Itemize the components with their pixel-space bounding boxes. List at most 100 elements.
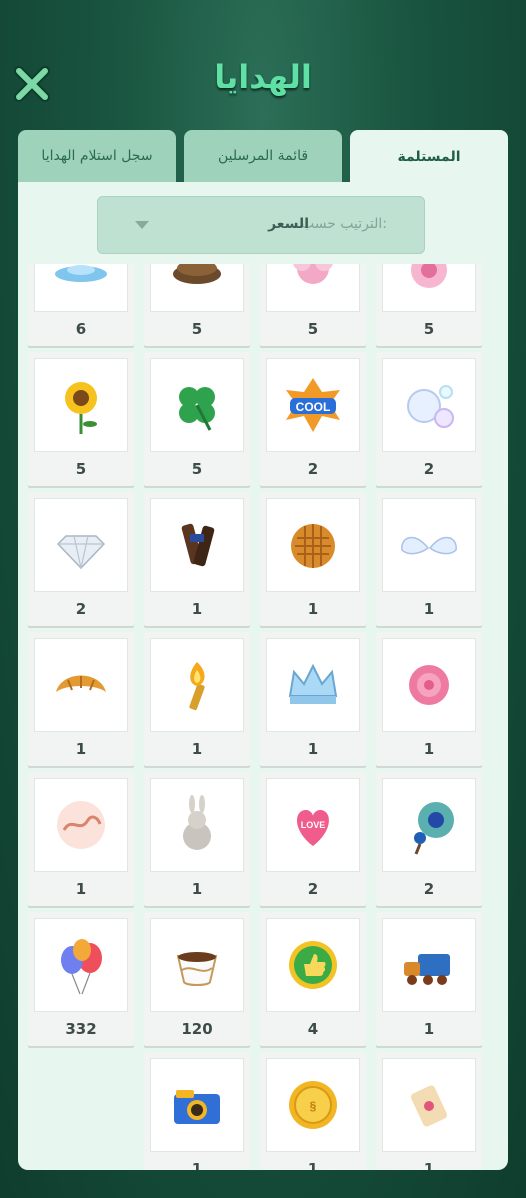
sort-value: السعر bbox=[268, 216, 309, 232]
gift-item[interactable]: 5 bbox=[260, 264, 366, 346]
balloons-icon bbox=[61, 939, 102, 995]
gift-item[interactable]: 1 bbox=[376, 632, 482, 766]
gift-item[interactable]: 5 bbox=[376, 264, 482, 346]
tab-received[interactable]: المستلمة bbox=[350, 130, 508, 184]
peacock-icon bbox=[414, 802, 454, 855]
tab-senders-list[interactable]: قائمة المرسلين bbox=[184, 130, 342, 182]
gold-coin-icon: § bbox=[289, 1081, 337, 1129]
bubbles-icon bbox=[407, 385, 454, 428]
gift-thumbnail bbox=[34, 638, 128, 732]
gift-thumbnail: COOL bbox=[266, 358, 360, 452]
rabbit-icon bbox=[183, 795, 211, 850]
gifts-screen: الهدايا سجل استلام الهدايا قائمة المرسلي… bbox=[0, 0, 526, 1198]
love-balloon-icon: LOVE bbox=[297, 810, 329, 846]
four-leaf-clover-icon bbox=[179, 387, 215, 431]
gift-count: 1 bbox=[423, 600, 435, 618]
gift-count: 2 bbox=[307, 880, 319, 898]
gift-item[interactable]: 1 bbox=[376, 912, 482, 1046]
gift-item[interactable]: 2 bbox=[376, 772, 482, 906]
gift-thumbnail bbox=[382, 1058, 476, 1152]
gift-count: 5 bbox=[75, 460, 87, 478]
tab-gift-receipt-log[interactable]: سجل استلام الهدايا bbox=[18, 130, 176, 182]
gift-count: 2 bbox=[307, 460, 319, 478]
gift-item[interactable]: 1 bbox=[260, 632, 366, 766]
gift-item[interactable]: 1 bbox=[144, 492, 250, 626]
gift-item[interactable]: LOVE 2 bbox=[260, 772, 366, 906]
sunflower-icon bbox=[65, 382, 97, 434]
gift-thumbnail bbox=[34, 358, 128, 452]
sort-dropdown[interactable]: الترتيب حسب: السعر bbox=[97, 196, 425, 254]
gift-thumbnail: LOVE bbox=[266, 778, 360, 872]
gift-item[interactable]: § 1 bbox=[260, 1052, 366, 1170]
gift-thumbnail bbox=[382, 498, 476, 592]
gift-item[interactable]: 2 bbox=[376, 352, 482, 486]
svg-text:LOVE: LOVE bbox=[301, 820, 326, 830]
pink-flower-icon bbox=[411, 264, 447, 288]
gift-thumbnail bbox=[150, 358, 244, 452]
gift-count: 1 bbox=[191, 880, 203, 898]
gift-count: 2 bbox=[75, 600, 87, 618]
gift-thumbnail bbox=[150, 778, 244, 872]
gift-count: 1 bbox=[307, 1160, 319, 1170]
gift-thumbnail bbox=[150, 264, 244, 312]
gift-count: 120 bbox=[181, 1020, 213, 1038]
train-icon bbox=[404, 954, 450, 985]
gift-thumbnail bbox=[266, 498, 360, 592]
gift-count: 1 bbox=[423, 740, 435, 758]
gift-item[interactable]: 5 bbox=[28, 352, 134, 486]
gift-thumbnail bbox=[34, 918, 128, 1012]
arabic-coffee-cup-icon bbox=[176, 952, 218, 986]
chocolate-bar-icon bbox=[181, 523, 215, 567]
gift-thumbnail bbox=[266, 264, 360, 312]
gift-item[interactable]: 1 bbox=[28, 772, 134, 906]
gifts-panel: الترتيب حسب: السعر 5 5 5 6 2 COOL 2 5 5 1 1 1 2 1 1 1 1 2… bbox=[18, 182, 508, 1170]
gift-count: 4 bbox=[307, 1020, 319, 1038]
sort-label: الترتيب حسب: bbox=[300, 216, 387, 232]
gift-thumbnail bbox=[266, 918, 360, 1012]
gift-count: 6 bbox=[75, 320, 87, 338]
gift-item[interactable]: 1 bbox=[28, 632, 134, 766]
cool-badge-icon: COOL bbox=[286, 378, 340, 432]
gift-item[interactable]: 332 bbox=[28, 912, 134, 1046]
diamond-icon bbox=[56, 535, 106, 570]
gift-thumbnail bbox=[34, 264, 128, 312]
torch-icon bbox=[189, 662, 205, 711]
gift-item[interactable]: 1 bbox=[260, 492, 366, 626]
gift-item[interactable]: 4 bbox=[260, 912, 366, 1046]
gift-thumbnail bbox=[382, 778, 476, 872]
gift-count: 1 bbox=[191, 740, 203, 758]
svg-text:§: § bbox=[310, 1099, 317, 1113]
rose-icon bbox=[409, 665, 449, 705]
svg-text:COOL: COOL bbox=[296, 400, 331, 414]
gift-item[interactable]: 5 bbox=[144, 264, 250, 346]
gift-item[interactable]: 1 bbox=[144, 632, 250, 766]
pink-bloom-icon bbox=[293, 264, 333, 284]
gift-item[interactable]: 2 bbox=[28, 492, 134, 626]
gift-count: 1 bbox=[423, 1020, 435, 1038]
gift-item[interactable]: 6 bbox=[28, 264, 134, 346]
scroll-icon bbox=[410, 1085, 448, 1127]
chevron-down-icon bbox=[135, 221, 149, 229]
gift-item[interactable]: 1 bbox=[376, 1052, 482, 1170]
gift-item[interactable]: 5 bbox=[144, 352, 250, 486]
gift-count: 1 bbox=[307, 600, 319, 618]
crown-icon bbox=[288, 663, 338, 704]
gift-thumbnail bbox=[266, 638, 360, 732]
gift-count: 2 bbox=[423, 880, 435, 898]
gift-item[interactable]: 1 bbox=[144, 1052, 250, 1170]
waffle-icon bbox=[291, 524, 335, 568]
gift-count: 1 bbox=[191, 1160, 203, 1170]
gift-item[interactable]: COOL 2 bbox=[260, 352, 366, 486]
gift-item[interactable]: 1 bbox=[144, 772, 250, 906]
gift-thumbnail bbox=[382, 358, 476, 452]
gift-item[interactable]: 120 bbox=[144, 912, 250, 1046]
gift-thumbnail bbox=[150, 638, 244, 732]
gift-thumbnail bbox=[382, 264, 476, 312]
gift-thumbnail bbox=[150, 918, 244, 1012]
gift-thumbnail bbox=[382, 638, 476, 732]
gift-item[interactable]: 1 bbox=[376, 492, 482, 626]
gift-count: 1 bbox=[75, 880, 87, 898]
gift-thumbnail: § bbox=[266, 1058, 360, 1152]
gift-thumbnail bbox=[34, 498, 128, 592]
gift-count: 5 bbox=[423, 320, 435, 338]
